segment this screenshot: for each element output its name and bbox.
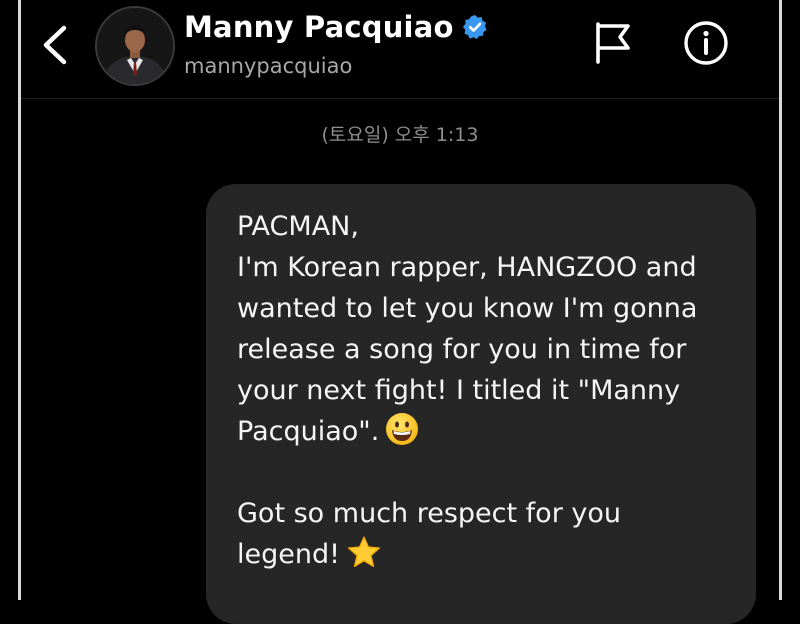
message-line: release a song for you in time for — [237, 334, 687, 365]
message-line: Got so much respect for you — [237, 498, 621, 529]
message-line: wanted to let you know I'm gonna — [237, 293, 698, 324]
avatar[interactable] — [95, 6, 175, 86]
message-line: PACMAN, — [237, 211, 359, 242]
contact-handle: mannypacquiao — [184, 54, 353, 78]
info-button[interactable] — [682, 19, 730, 67]
profile-photo — [97, 8, 173, 84]
verified-badge-icon — [462, 15, 487, 39]
message-line: your next fight! I titled it "Manny — [237, 375, 681, 406]
flag-icon — [596, 22, 630, 64]
message-text: legend! — [237, 539, 340, 570]
report-flag-button[interactable] — [590, 18, 634, 66]
message-line-with-emoji: legend! — [237, 534, 728, 575]
info-icon — [684, 21, 728, 65]
app-screen: Manny Pacquiao mannypacquiao (토요일) 오후 1:… — [0, 0, 800, 624]
message-line-with-emoji: Pacquiao". — [237, 411, 728, 452]
back-button[interactable] — [36, 20, 76, 70]
chevron-left-icon — [43, 25, 67, 65]
message-text: Pacquiao". — [237, 416, 380, 447]
star-emoji — [347, 536, 381, 568]
message-line: I'm Korean rapper, HANGZOO and — [237, 252, 697, 283]
message-timestamp: (토요일) 오후 1:13 — [321, 124, 479, 146]
message-bubble[interactable]: PACMAN, I'm Korean rapper, HANGZOO and w… — [206, 184, 756, 624]
screen-edge-right — [779, 0, 782, 600]
contact-name: Manny Pacquiao — [184, 10, 454, 44]
grinning-face-emoji — [386, 413, 419, 445]
